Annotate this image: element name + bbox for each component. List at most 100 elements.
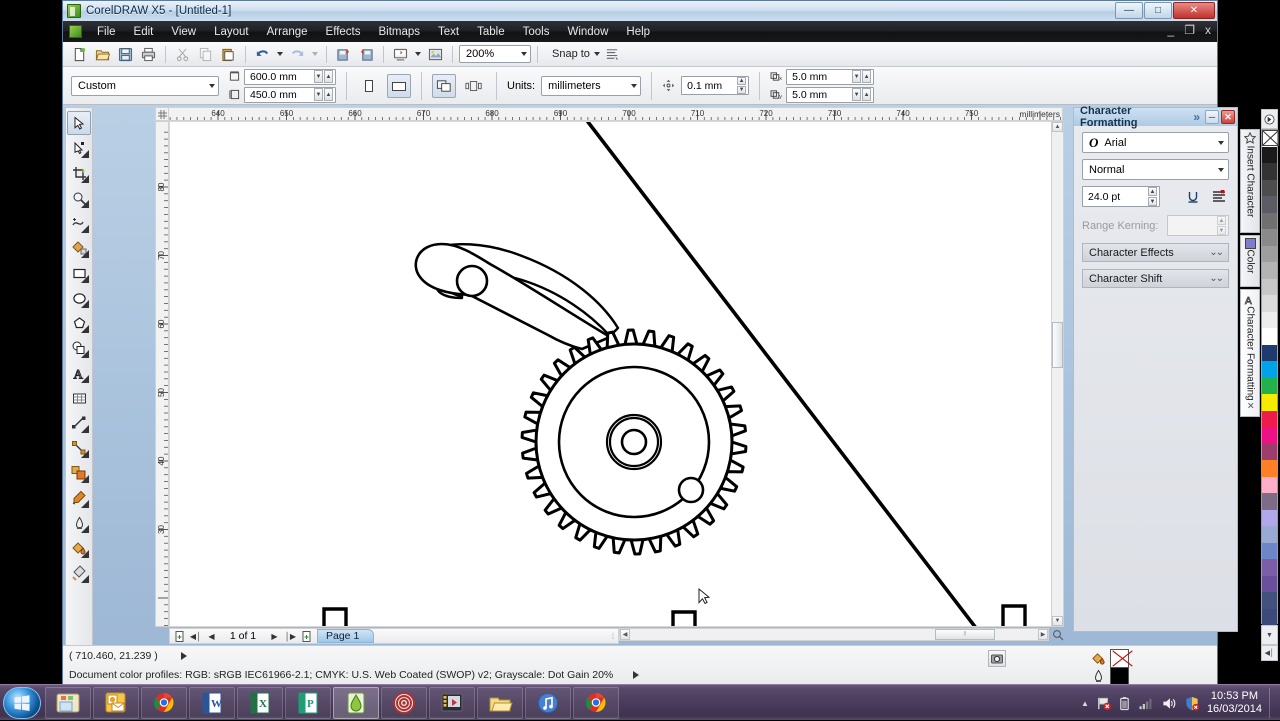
taskbar-item-itunes[interactable] xyxy=(525,687,571,719)
palette-swatch-23[interactable] xyxy=(1262,526,1277,543)
range-kerning-down[interactable]: ▼ xyxy=(1217,226,1226,235)
snapshot-button[interactable] xyxy=(988,650,1006,667)
text-options-button[interactable] xyxy=(1209,187,1229,207)
font-size-input[interactable]: 24.0 pt ▲▼ xyxy=(1082,186,1160,207)
snap-to-dropdown[interactable]: Snap to xyxy=(552,48,600,60)
character-shift-section[interactable]: Character Shift ⌄⌄ xyxy=(1082,269,1229,288)
menu-item-table[interactable]: Table xyxy=(468,23,514,41)
horizontal-ruler[interactable]: 640650660670680690700710720730740750 mil… xyxy=(155,107,1063,121)
page-preset-combobox[interactable]: Custom xyxy=(71,76,219,96)
minimize-button[interactable]: — xyxy=(1115,2,1143,19)
font-size-up[interactable]: ▲ xyxy=(1148,187,1157,196)
redo-dropdown[interactable] xyxy=(310,44,320,65)
scroll-down-button[interactable]: ▼ xyxy=(1052,616,1063,626)
security-icon[interactable] xyxy=(1184,696,1200,711)
palette-scroll-end-button[interactable]: ◀│ xyxy=(1261,645,1278,661)
range-kerning-up[interactable]: ▲ xyxy=(1217,216,1226,225)
polygon-tool[interactable] xyxy=(67,311,91,335)
all-pages-button[interactable] xyxy=(432,74,456,98)
palette-swatch-22[interactable] xyxy=(1262,510,1277,527)
taskbar-item-outlook[interactable] xyxy=(93,687,139,719)
rectangle-tool[interactable] xyxy=(67,261,91,285)
taskbar-item-chrome[interactable] xyxy=(141,687,187,719)
taskbar-item-coreldraw[interactable] xyxy=(333,687,379,719)
previous-page-button[interactable]: ◀ xyxy=(206,630,217,642)
docker-minimize-button[interactable]: ─ xyxy=(1205,110,1219,124)
duplicate-x-down[interactable]: ▼ xyxy=(852,70,861,83)
add-page-after-button[interactable] xyxy=(301,630,312,642)
page-height-input[interactable]: 450.0 mm ▼▲ xyxy=(244,87,336,103)
shape-tool[interactable] xyxy=(67,136,91,160)
zoom-tool[interactable] xyxy=(67,186,91,210)
palette-swatch-13[interactable] xyxy=(1262,361,1277,378)
battery-icon[interactable] xyxy=(1118,696,1131,711)
smart-fill-tool[interactable] xyxy=(67,236,91,260)
chevron-expand-icon[interactable]: ⌄⌄ xyxy=(1209,247,1222,258)
undo-button[interactable] xyxy=(252,44,273,65)
flag-icon[interactable] xyxy=(1096,696,1111,711)
scroll-thumb[interactable] xyxy=(1052,322,1063,368)
outline-tool[interactable] xyxy=(67,511,91,535)
save-document-button[interactable] xyxy=(115,44,136,65)
character-effects-section[interactable]: Character Effects ⌄⌄ xyxy=(1082,243,1229,262)
table-tool[interactable] xyxy=(67,386,91,410)
portrait-orientation-button[interactable] xyxy=(357,74,381,98)
add-page-before-button[interactable] xyxy=(174,630,185,642)
docker-expand-button[interactable]: » xyxy=(1190,110,1203,124)
vertical-ruler[interactable]: 807060504030 millimeters xyxy=(155,121,169,627)
font-style-combobox[interactable]: Normal xyxy=(1082,159,1229,180)
chevron-down-icon[interactable] xyxy=(521,52,527,56)
palette-swatch-21[interactable] xyxy=(1262,493,1277,510)
launch-dropdown[interactable] xyxy=(413,44,423,65)
landscape-orientation-button[interactable] xyxy=(387,74,411,98)
palette-swatch-1[interactable] xyxy=(1262,163,1277,180)
duplicate-x-up[interactable]: ▲ xyxy=(862,70,871,83)
palette-swatch-10[interactable] xyxy=(1262,312,1277,329)
next-page-button[interactable]: ▶ xyxy=(269,630,280,642)
nudge-distance-input[interactable]: 0.1 mm ▲▼ xyxy=(681,76,749,95)
nudge-down[interactable]: ▼ xyxy=(737,86,746,94)
chevron-down-icon[interactable] xyxy=(631,84,637,88)
chevron-down-icon[interactable] xyxy=(1218,168,1224,172)
coordinates-expand-arrow[interactable] xyxy=(181,651,188,663)
color-palette[interactable] xyxy=(1261,129,1278,624)
taskbar-item-folders[interactable] xyxy=(477,687,523,719)
dimension-tool[interactable] xyxy=(67,411,91,435)
show-desktop-button[interactable] xyxy=(1269,688,1276,718)
palette-swatch-9[interactable] xyxy=(1262,295,1277,312)
font-size-down[interactable]: ▼ xyxy=(1148,197,1157,206)
canvas-horizontal-scrollbar[interactable]: ◀ ⦙⦙ ▶ xyxy=(619,628,1049,641)
ellipse-tool[interactable] xyxy=(67,286,91,310)
drawing-canvas[interactable] xyxy=(169,121,1063,627)
menu-item-view[interactable]: View xyxy=(162,23,205,41)
palette-swatch-12[interactable] xyxy=(1262,345,1277,362)
color-profiles-expand-arrow[interactable] xyxy=(633,670,640,682)
page-width-down[interactable]: ▼ xyxy=(314,70,323,83)
paste-button[interactable] xyxy=(218,44,239,65)
taskbar-item-camtasia[interactable] xyxy=(381,687,427,719)
menu-item-window[interactable]: Window xyxy=(558,23,617,41)
menu-item-effects[interactable]: Effects xyxy=(317,23,370,41)
menu-item-edit[interactable]: Edit xyxy=(125,23,163,41)
taskbar-item-chrome2[interactable] xyxy=(573,687,619,719)
blend-tool[interactable] xyxy=(67,461,91,485)
close-button[interactable]: ✕ xyxy=(1173,2,1215,19)
page-width-up[interactable]: ▲ xyxy=(324,70,333,83)
duplicate-y-up[interactable]: ▲ xyxy=(862,88,871,101)
pagenav-resize-grip[interactable]: ⦙ xyxy=(612,631,614,642)
volume-icon[interactable] xyxy=(1161,696,1177,711)
chevron-expand-icon[interactable]: ⌄⌄ xyxy=(1209,273,1222,284)
palette-swatch-18[interactable] xyxy=(1262,444,1277,461)
export-button[interactable] xyxy=(356,44,377,65)
fill-swatch-none[interactable] xyxy=(1110,649,1129,668)
show-hidden-icons-button[interactable]: ▲ xyxy=(1081,699,1089,708)
page-tab-page-1[interactable]: Page 1 xyxy=(317,629,374,643)
palette-swatch-2[interactable] xyxy=(1262,180,1277,197)
color-eyedropper-tool[interactable] xyxy=(67,486,91,510)
menu-item-file[interactable]: File xyxy=(88,23,125,41)
mdi-minimize-button[interactable]: _ xyxy=(1168,23,1175,37)
new-document-button[interactable] xyxy=(69,44,90,65)
taskbar-item-mediaplayer[interactable] xyxy=(429,687,475,719)
docker-tab-character-formatting[interactable]: A Character Formatting ✕ xyxy=(1240,289,1260,417)
page-height-up[interactable]: ▲ xyxy=(324,88,333,101)
